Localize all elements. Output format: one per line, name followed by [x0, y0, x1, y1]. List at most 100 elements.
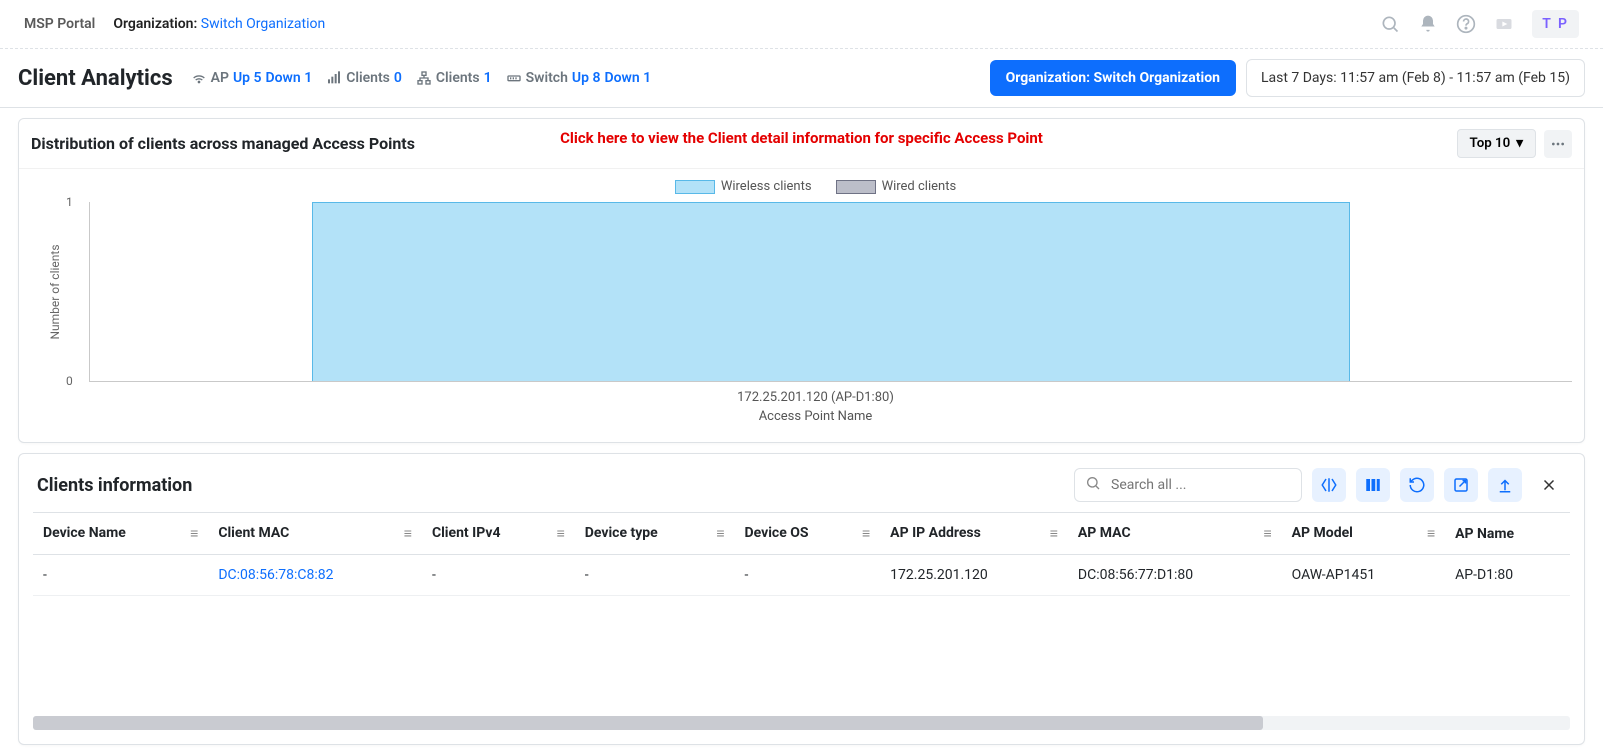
cell-ap-name: AP-D1:80 [1445, 555, 1570, 596]
network-icon [416, 70, 432, 86]
organization-button[interactable]: Organization: Switch Organization [990, 60, 1236, 96]
col-device-name[interactable]: Device Name≡ [33, 513, 208, 555]
page-title: Client Analytics [18, 66, 173, 91]
portal-name[interactable]: MSP Portal [24, 16, 95, 32]
legend-swatch-wireless [675, 180, 715, 194]
stat-ap-up: Up 5 [233, 70, 262, 86]
wifi-icon [191, 70, 207, 86]
clients-toolbar-right [1074, 468, 1566, 502]
date-range-button[interactable]: Last 7 Days: 11:57 am (Feb 8) - 11:57 am… [1246, 59, 1585, 97]
legend-wireless[interactable]: Wireless clients [675, 179, 812, 194]
col-menu-icon[interactable]: ≡ [1427, 525, 1435, 542]
org-field: Organization: Switch Organization [113, 16, 325, 32]
stat-switch[interactable]: Switch Up 8 Down 1 [506, 70, 652, 86]
chart-area: Wireless clients Wired clients Number of… [19, 169, 1584, 442]
y-tick-1: 1 [66, 195, 73, 209]
stat-clients[interactable]: Clients 1 [416, 70, 492, 86]
col-menu-icon[interactable]: ≡ [404, 525, 412, 542]
search-icon[interactable] [1380, 14, 1400, 34]
cell-device-name: - [33, 555, 208, 596]
status-bar: Client Analytics AP Up 5 Down 1 Clients … [0, 49, 1603, 108]
legend-wireless-label: Wireless clients [721, 179, 812, 194]
horizontal-scrollbar[interactable] [33, 716, 1570, 730]
chart-bar-wireless[interactable] [312, 202, 1349, 381]
stat-ap[interactable]: AP Up 5 Down 1 [191, 70, 313, 86]
distribution-card-header: Distribution of clients across managed A… [19, 119, 1584, 169]
video-icon[interactable] [1494, 14, 1514, 34]
cell-device-type: - [575, 555, 735, 596]
card-menu-icon[interactable] [1544, 130, 1572, 158]
top-n-dropdown[interactable]: Top 10 ▾ [1457, 129, 1536, 158]
status-left: Client Analytics AP Up 5 Down 1 Clients … [18, 66, 651, 91]
col-ap-name[interactable]: AP Name [1445, 513, 1570, 555]
columns-icon[interactable] [1356, 468, 1390, 502]
status-right: Organization: Switch Organization Last 7… [990, 59, 1585, 97]
col-ap-model[interactable]: AP Model≡ [1282, 513, 1446, 555]
bell-icon[interactable] [1418, 14, 1438, 34]
clients-card-title: Clients information [37, 475, 192, 496]
client-mac-link[interactable]: DC:08:56:78:C8:82 [218, 567, 333, 583]
stat-switch-up: Up 8 [572, 70, 601, 86]
col-ap-mac[interactable]: AP MAC≡ [1068, 513, 1282, 555]
search-box[interactable] [1074, 468, 1302, 502]
col-device-type[interactable]: Device type≡ [575, 513, 735, 555]
top-n-label: Top 10 [1470, 136, 1511, 151]
switch-org-link[interactable]: Switch Organization [201, 16, 325, 32]
x-axis-label: Access Point Name [59, 409, 1572, 424]
stat-wclients-value: 0 [394, 70, 402, 86]
switch-icon [506, 70, 522, 86]
table-row[interactable]: - DC:08:56:78:C8:82 - - - 172.25.201.120… [33, 555, 1570, 596]
topbar: MSP Portal Organization: Switch Organiza… [0, 0, 1603, 49]
stat-ap-down: Down 1 [266, 70, 313, 86]
stat-wclients-label: Clients [346, 70, 390, 86]
org-label: Organization: [113, 16, 197, 32]
table-scroll[interactable]: Device Name≡ Client MAC≡ Client IPv4≡ De… [33, 512, 1570, 706]
help-icon[interactable] [1456, 14, 1476, 34]
col-menu-icon[interactable]: ≡ [1263, 525, 1271, 542]
col-menu-icon[interactable]: ≡ [716, 525, 724, 542]
col-menu-icon[interactable]: ≡ [1050, 525, 1058, 542]
cell-ap-mac: DC:08:56:77:D1:80 [1068, 555, 1282, 596]
upload-icon[interactable] [1488, 468, 1522, 502]
stat-ap-label: AP [211, 70, 229, 86]
distribution-card: Distribution of clients across managed A… [18, 118, 1585, 443]
avatar[interactable]: T P [1532, 10, 1579, 38]
table-header-row: Device Name≡ Client MAC≡ Client IPv4≡ De… [33, 513, 1570, 555]
legend-wired[interactable]: Wired clients [836, 179, 957, 194]
legend-wired-label: Wired clients [882, 179, 957, 194]
topbar-left: MSP Portal Organization: Switch Organiza… [24, 16, 325, 32]
clients-toolbar: Clients information [19, 454, 1584, 512]
cell-device-os: - [735, 555, 881, 596]
signal-icon [326, 70, 342, 86]
col-menu-icon[interactable]: ≡ [190, 525, 198, 542]
fit-columns-icon[interactable] [1312, 468, 1346, 502]
col-menu-icon[interactable]: ≡ [557, 525, 565, 542]
stat-switch-label: Switch [526, 70, 568, 86]
y-axis-label: Number of clients [48, 244, 62, 339]
scrollbar-thumb[interactable] [33, 716, 1263, 730]
search-icon [1085, 475, 1101, 495]
annotation-text: Click here to view the Client detail inf… [560, 129, 1043, 147]
refresh-icon[interactable] [1400, 468, 1434, 502]
col-menu-icon[interactable]: ≡ [862, 525, 870, 542]
search-input[interactable] [1109, 476, 1291, 494]
col-device-os[interactable]: Device OS≡ [735, 513, 881, 555]
clients-card: Clients information Device Name≡ Client … [18, 453, 1585, 745]
distribution-card-title: Distribution of clients across managed A… [31, 134, 415, 153]
stat-wireless-clients[interactable]: Clients 0 [326, 70, 402, 86]
stat-clients-label: Clients [436, 70, 480, 86]
export-icon[interactable] [1444, 468, 1478, 502]
stat-switch-down: Down 1 [604, 70, 651, 86]
col-ap-ip[interactable]: AP IP Address≡ [880, 513, 1068, 555]
topbar-right: T P [1380, 10, 1579, 38]
close-icon[interactable] [1532, 468, 1566, 502]
chart-plot[interactable]: 1 0 [89, 202, 1572, 382]
cell-ap-model: OAW-AP1451 [1282, 555, 1446, 596]
stat-clients-value: 1 [484, 70, 492, 86]
x-category-label: 172.25.201.120 (AP-D1:80) [59, 390, 1572, 405]
col-client-ipv4[interactable]: Client IPv4≡ [422, 513, 575, 555]
cell-ap-ip: 172.25.201.120 [880, 555, 1068, 596]
col-client-mac[interactable]: Client MAC≡ [208, 513, 422, 555]
legend-swatch-wired [836, 180, 876, 194]
caret-down-icon: ▾ [1516, 136, 1523, 151]
